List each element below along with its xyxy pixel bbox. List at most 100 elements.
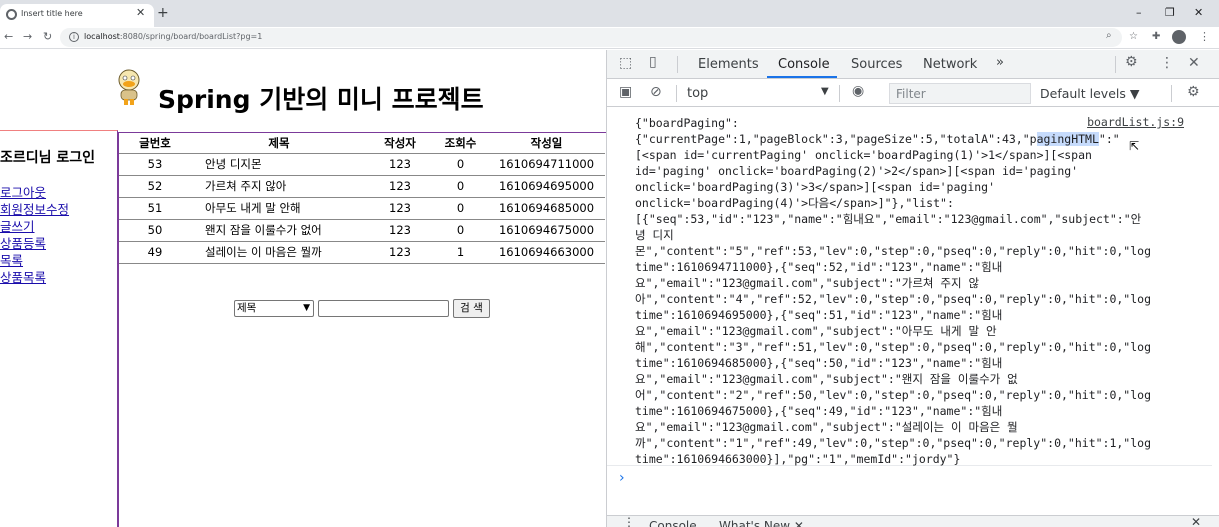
subject-link[interactable]: 왠지 잠을 이룰수가 없어 [205, 223, 322, 237]
cell-subject: 설레이는 이 마음은 뭘까 [191, 241, 367, 264]
reload-icon[interactable]: ↻ [43, 30, 52, 43]
cell-hit: 0 [433, 153, 488, 176]
cell-writer: 123 [367, 197, 433, 220]
log-levels-dropdown[interactable]: Default levels ▼ [1040, 86, 1139, 101]
subject-link[interactable]: 아무도 내게 말 안해 [205, 201, 301, 215]
table-row: 49 설레이는 이 마음은 뭘까 123 1 1610694663000 [119, 241, 605, 264]
cell-seq: 50 [119, 219, 191, 242]
console-json-output[interactable]: {"boardPaging": {"currentPage":1,"pageBl… [635, 115, 1190, 467]
cell-subject: 왠지 잠을 이룰수가 없어 [191, 219, 367, 242]
back-icon[interactable]: ← [4, 30, 13, 43]
more-tabs-button[interactable]: » [996, 55, 1004, 70]
header-writer: 작성자 [367, 133, 433, 154]
context-dropdown-icon[interactable]: ▼ [821, 86, 829, 97]
devtools-drawer: ⋮ Console What's New ✕ ✕ [607, 515, 1219, 527]
new-tab-button[interactable]: + [157, 5, 169, 21]
cell-writer: 123 [367, 219, 433, 242]
board-content: 글번호 제목 작성자 조회수 작성일 53 안녕 디지몬 123 0 16106… [118, 132, 606, 527]
header-date: 작성일 [488, 133, 605, 154]
devtools-menu-icon[interactable]: ⋮ [1160, 55, 1174, 71]
cell-subject: 아무도 내게 말 안해 [191, 197, 367, 220]
separator [1171, 85, 1172, 102]
forward-icon[interactable]: → [23, 30, 32, 43]
cell-seq: 51 [119, 197, 191, 220]
board-table: 글번호 제목 작성자 조회수 작성일 53 안녕 디지몬 123 0 16106… [119, 133, 605, 264]
table-header-row: 글번호 제목 작성자 조회수 작성일 [119, 133, 605, 154]
extensions-icon[interactable]: ✚ [1152, 31, 1160, 42]
search-input[interactable] [318, 300, 449, 317]
browser-tab[interactable]: Insert title here ✕ [0, 4, 154, 27]
cell-hit: 0 [433, 219, 488, 242]
globe-icon [6, 9, 17, 20]
cell-seq: 49 [119, 241, 191, 264]
subject-link[interactable]: 설레이는 이 마음은 뭘까 [205, 245, 322, 259]
cell-hit: 0 [433, 175, 488, 198]
sidebar-toggle-icon[interactable]: ▣ [619, 84, 632, 100]
cell-date: 1610694695000 [488, 175, 605, 198]
tab-network[interactable]: Network [923, 57, 977, 72]
close-tab-icon[interactable]: ✕ [136, 6, 145, 19]
site-title: Spring 기반의 미니 프로젝트 [158, 85, 484, 114]
selected-text: agingHTML [1036, 132, 1099, 146]
cell-writer: 123 [367, 153, 433, 176]
console-settings-gear-icon[interactable]: ⚙ [1187, 84, 1200, 100]
cell-hit: 0 [433, 197, 488, 220]
close-drawer-icon[interactable]: ✕ [1191, 516, 1201, 527]
drawer-tab-whats-new[interactable]: What's New ✕ [719, 519, 804, 527]
window-close-button[interactable]: ✕ [1194, 6, 1203, 19]
browser-menu-icon[interactable]: ⋮ [1199, 30, 1210, 43]
search-option-value: 제목 [237, 302, 257, 314]
devtools-tabbar: ⬚ ▯ Elements Console Sources Network » ⚙… [607, 50, 1219, 79]
console-message: boardList.js:9 {"boardPaging": {"current… [607, 108, 1212, 466]
tab-console[interactable]: Console [778, 57, 830, 72]
url-path: :8080/spring/board/boardList?pg=1 [119, 32, 263, 41]
welcome-text: 조르디님 로그인 [0, 150, 96, 166]
header-seq: 글번호 [119, 133, 191, 154]
tab-elements[interactable]: Elements [698, 57, 759, 72]
cell-seq: 53 [119, 153, 191, 176]
clear-console-icon[interactable]: ⊘ [650, 84, 662, 100]
console-toolbar: ▣ ⊘ top ▼ ◉ Filter Default levels ▼ ⚙ [607, 80, 1219, 107]
console-scrollbar[interactable] [1212, 108, 1219, 466]
drawer-tab-console[interactable]: Console [649, 519, 697, 527]
url-bar[interactable]: i localhost:8080/spring/board/boardList?… [60, 28, 1122, 47]
minimize-button[interactable]: – [1136, 6, 1142, 19]
output-text-after: ":" [<span id='currentPaging' onclick='b… [635, 132, 1152, 466]
subject-link[interactable]: 가르쳐 주지 않아 [205, 179, 286, 193]
filter-placeholder: Filter [896, 87, 926, 101]
profile-avatar[interactable] [1172, 30, 1186, 44]
filter-input[interactable]: Filter [889, 83, 1031, 104]
cell-date: 1610694711000 [488, 153, 605, 176]
search-option-select[interactable]: 제목 ▼ [234, 300, 314, 317]
zoom-icon[interactable]: ⌕ [1106, 30, 1112, 41]
drawer-menu-icon[interactable]: ⋮ [623, 516, 635, 527]
cell-writer: 123 [367, 241, 433, 264]
cell-date: 1610694685000 [488, 197, 605, 220]
restore-button[interactable]: ❐ [1165, 6, 1175, 19]
subject-link[interactable]: 안녕 디지몬 [205, 157, 262, 171]
star-icon[interactable]: ☆ [1129, 31, 1138, 42]
info-icon[interactable]: i [69, 32, 79, 42]
search-button[interactable]: 검 색 [453, 299, 490, 318]
url-text[interactable]: localhost:8080/spring/board/boardList?pg… [84, 32, 262, 41]
separator [1115, 56, 1116, 73]
close-devtools-icon[interactable]: ✕ [1188, 55, 1200, 71]
mascot-logo-icon [118, 69, 140, 105]
table-row: 52 가르쳐 주지 않아 123 0 1610694695000 [119, 175, 605, 198]
eye-icon[interactable]: ◉ [852, 83, 864, 99]
console-prompt[interactable]: › [619, 470, 625, 486]
settings-gear-icon[interactable]: ⚙ [1125, 54, 1138, 70]
inspect-element-icon[interactable]: ⬚ [619, 55, 632, 71]
tab-sources[interactable]: Sources [851, 57, 902, 72]
device-toolbar-icon[interactable]: ▯ [649, 54, 657, 70]
cell-date: 1610694663000 [488, 241, 605, 264]
cell-subject: 안녕 디지몬 [191, 153, 367, 176]
product-list-link[interactable]: 상품목록 [0, 267, 46, 286]
devtools-panel: ⬚ ▯ Elements Console Sources Network » ⚙… [606, 50, 1219, 527]
table-row: 53 안녕 디지몬 123 0 1610694711000 [119, 153, 605, 176]
context-select[interactable]: top [687, 86, 708, 101]
url-host: localhost [84, 32, 120, 41]
separator [677, 56, 678, 73]
mouse-cursor-icon: ⇱ [1129, 139, 1140, 153]
tab-title: Insert title here [21, 9, 83, 18]
